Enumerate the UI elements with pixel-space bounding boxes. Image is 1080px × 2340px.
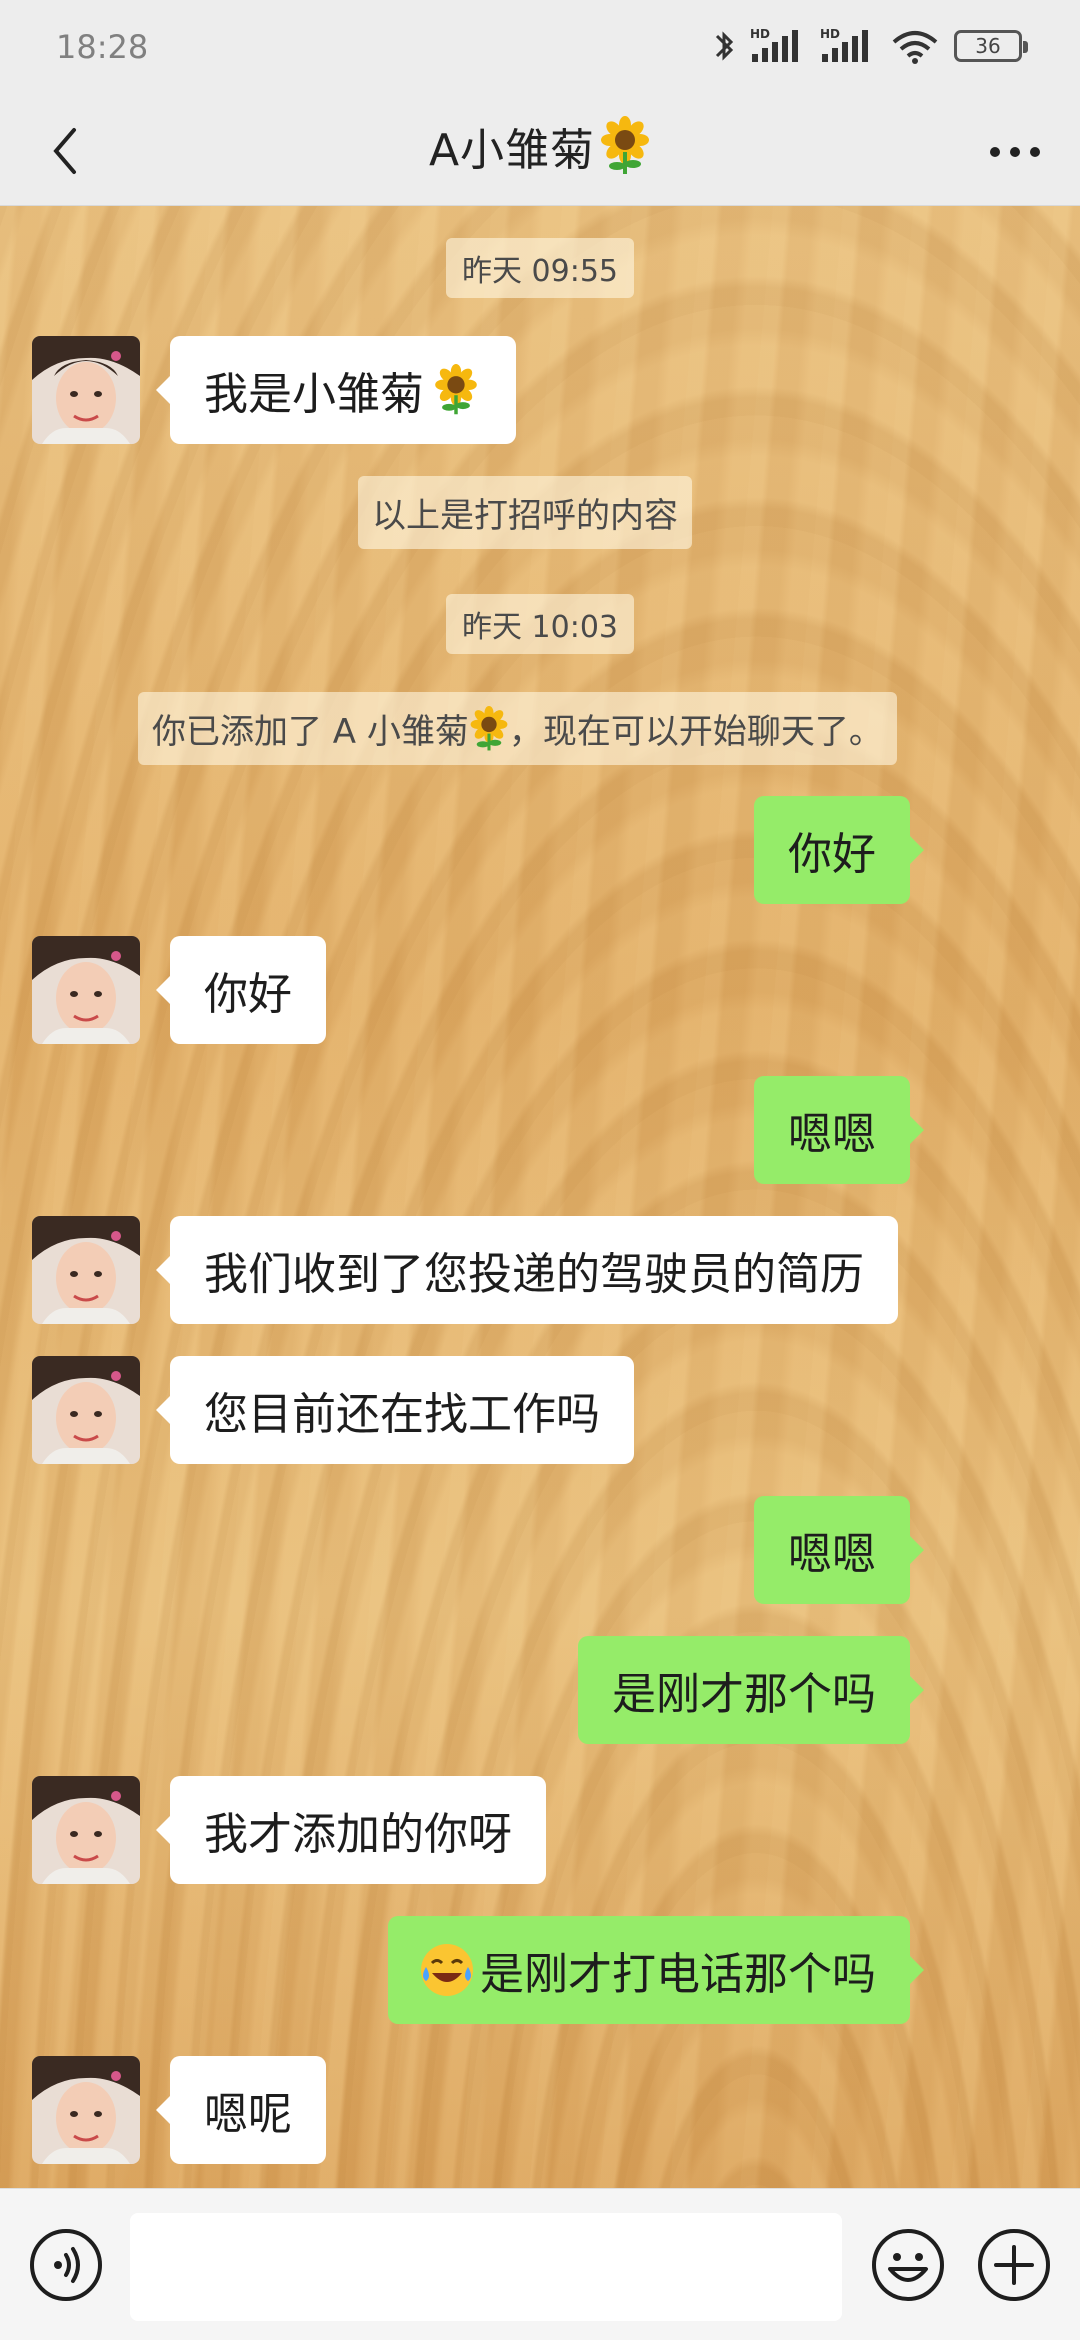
message-text: 我是小雏菊 (204, 369, 424, 420)
more-button[interactable] (980, 124, 1050, 180)
incoming-message[interactable]: 我是小雏菊 (156, 336, 516, 444)
emoji-icon (872, 2229, 944, 2301)
incoming-message[interactable]: 你好 (156, 936, 326, 1044)
hd-signal-icon: HD (750, 27, 798, 62)
avatar[interactable] (32, 1356, 140, 1464)
message-text: 你好 (204, 969, 292, 1020)
status-icons: HD HD 36 (712, 26, 1028, 66)
message-text: 你好 (788, 829, 876, 880)
system-notice-prefix: 你已添加了 A 小雏菊 (152, 712, 469, 752)
page-title: A小雏菊 (428, 125, 596, 176)
avatar[interactable] (32, 336, 140, 444)
title-wrap: A小雏菊 (0, 114, 1080, 178)
status-bar: 18:28 HD HD 36 (0, 0, 1080, 96)
svg-text:HD: HD (820, 27, 840, 41)
timestamp: 昨天 10:03 (446, 594, 634, 654)
laughing-tears-emoji-icon (421, 1944, 473, 1996)
avatar[interactable] (32, 1776, 140, 1884)
svg-text:HD: HD (750, 27, 770, 41)
input-bar (0, 2188, 1080, 2340)
system-notice-suffix: ，现在可以开始聊天了。 (508, 712, 883, 752)
outgoing-message[interactable]: 是刚才那个吗 (578, 1636, 924, 1744)
voice-button[interactable] (28, 2227, 104, 2303)
message-text: 是刚才打电话那个吗 (480, 1949, 876, 2000)
avatar[interactable] (32, 1216, 140, 1324)
message-text: 是刚才那个吗 (612, 1669, 876, 1720)
more-dots-icon (990, 147, 1040, 157)
chat-area[interactable]: 昨天 09:55 我是小雏菊 以上是打招呼的内容 昨天 10:03 你已添加了 … (0, 206, 1080, 2206)
system-notice: 你已添加了 A 小雏菊 ，现在可以开始聊天了。 (138, 692, 897, 765)
message-text: 嗯呢 (204, 2089, 292, 2140)
message-text: 嗯嗯 (788, 1529, 876, 1580)
outgoing-message[interactable]: 嗯嗯 (754, 1496, 924, 1604)
battery-level: 36 (975, 34, 1001, 58)
incoming-message[interactable]: 您目前还在找工作吗 (156, 1356, 634, 1464)
incoming-message[interactable]: 我才添加的你呀 (156, 1776, 546, 1884)
voice-icon (30, 2229, 102, 2301)
status-time: 18:28 (56, 28, 149, 66)
message-text: 我们收到了您投递的驾驶员的简历 (204, 1249, 864, 1300)
incoming-message[interactable]: 我们收到了您投递的驾驶员的简历 (156, 1216, 898, 1324)
message-text: 嗯嗯 (788, 1109, 876, 1160)
wifi-icon (892, 31, 938, 64)
avatar-image (32, 1356, 140, 1464)
emoji-button[interactable] (870, 2227, 946, 2303)
hd-signal-icon: HD (820, 27, 868, 62)
plus-button[interactable] (976, 2227, 1052, 2303)
message-text: 您目前还在找工作吗 (204, 1389, 600, 1440)
sunflower-icon (601, 116, 650, 174)
avatar[interactable] (32, 936, 140, 1044)
timestamp: 昨天 09:55 (446, 238, 634, 298)
avatar-image (32, 1216, 140, 1324)
message-input[interactable] (130, 2213, 842, 2321)
sunflower-icon (470, 705, 508, 750)
chat-header: A小雏菊 (0, 96, 1080, 206)
avatar-image (32, 936, 140, 1044)
outgoing-message[interactable]: 嗯嗯 (754, 1076, 924, 1184)
message-text: 我才添加的你呀 (204, 1809, 512, 1860)
outgoing-message[interactable]: 你好 (754, 796, 924, 904)
avatar-image (32, 1776, 140, 1884)
battery-icon: 36 (954, 30, 1028, 62)
plus-icon (978, 2229, 1050, 2301)
incoming-message[interactable]: 嗯呢 (156, 2056, 326, 2164)
avatar-image (32, 2056, 140, 2164)
bluetooth-icon (715, 31, 734, 61)
sunflower-icon (435, 364, 477, 415)
avatar[interactable] (32, 2056, 140, 2164)
avatar-image (32, 336, 140, 444)
system-notice: 以上是打招呼的内容 (358, 476, 692, 549)
outgoing-message[interactable]: 是刚才打电话那个吗 (388, 1916, 924, 2024)
